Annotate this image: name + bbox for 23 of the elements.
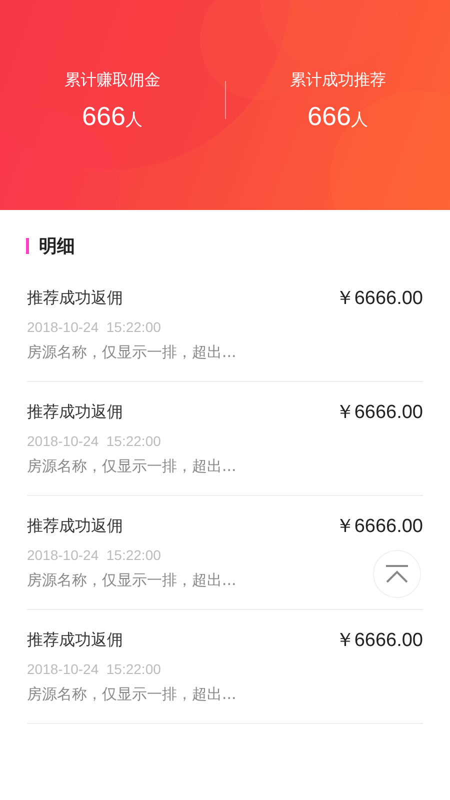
record-time: 2018-10-24 15:22:00 xyxy=(27,319,161,335)
back-to-top-button[interactable] xyxy=(373,550,421,598)
record-amount: ￥6666.00 xyxy=(335,629,423,653)
stat-label: 累计赚取佣金 xyxy=(64,70,160,91)
record-title: 推荐成功返佣 xyxy=(27,630,123,650)
record-description: 房源名称，仅显示一排，超出... xyxy=(27,343,236,362)
stat-value: 666人 xyxy=(308,103,368,129)
record-title: 推荐成功返佣 xyxy=(27,402,123,422)
record-description: 房源名称，仅显示一排，超出... xyxy=(27,571,236,590)
record-title: 推荐成功返佣 xyxy=(27,516,123,536)
record-amount: ￥6666.00 xyxy=(335,287,423,311)
section-marker xyxy=(26,238,29,254)
record-time: 2018-10-24 15:22:00 xyxy=(27,547,161,563)
record-amount: ￥6666.00 xyxy=(335,515,423,539)
record-time: 2018-10-24 15:22:00 xyxy=(27,433,161,449)
record-amount: ￥6666.00 xyxy=(335,401,423,425)
record-title: 推荐成功返佣 xyxy=(27,288,123,308)
stat-label: 累计成功推荐 xyxy=(290,70,386,91)
record-description: 房源名称，仅显示一排，超出... xyxy=(27,457,236,476)
record-time: 2018-10-24 15:22:00 xyxy=(27,661,161,677)
section-title: 明细 xyxy=(39,235,75,258)
record-description: 房源名称，仅显示一排，超出... xyxy=(27,685,236,704)
stat-value: 666人 xyxy=(82,103,142,129)
